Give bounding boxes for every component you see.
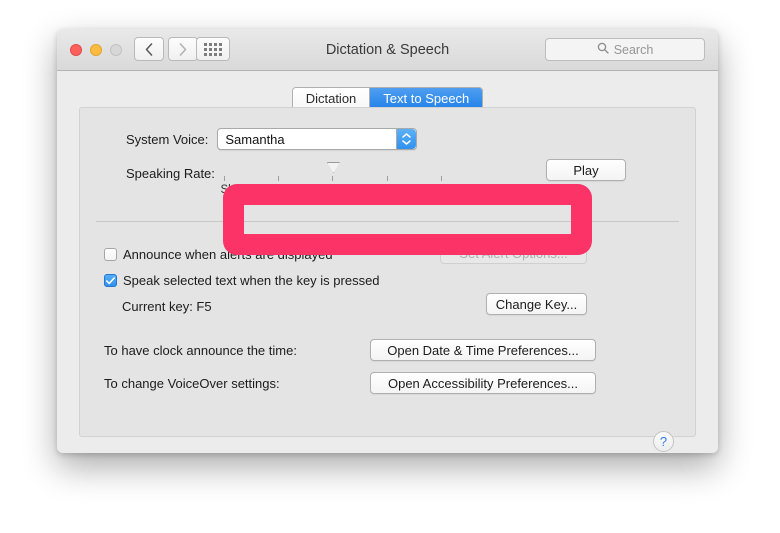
voiceover-settings-label: To change VoiceOver settings: [104,375,280,391]
speak-selected-text-label: Speak selected text when the key is pres… [123,273,380,288]
settings-panel: System Voice: Samantha Speaking Rate: Sl… [79,107,696,437]
search-icon [597,41,609,59]
checkmark-icon [106,272,115,290]
preferences-window: Dictation & Speech Search Dictation Text… [57,29,718,453]
clock-announce-row: To have clock announce the time: Open Da… [104,339,679,361]
voiceover-settings-row: To change VoiceOver settings: Open Acces… [104,372,679,394]
slider-ticks [223,176,442,181]
search-input[interactable]: Search [545,38,705,61]
play-button[interactable]: Play [546,159,626,181]
system-voice-select[interactable]: Samantha [217,128,418,150]
window-body: Dictation Text to Speech System Voice: S… [57,71,718,453]
window-titlebar: Dictation & Speech Search [57,29,718,71]
stepper-up-down-icon[interactable] [396,129,417,149]
speak-selected-text-row[interactable]: Speak selected text when the key is pres… [104,273,380,288]
speaking-rate-label: Speaking Rate: [126,166,215,181]
help-question-icon[interactable]: ? [653,431,674,452]
announce-alerts-checkbox[interactable] [104,248,117,261]
open-accessibility-preferences-button[interactable]: Open Accessibility Preferences... [370,372,596,394]
current-key-value: Current key: F5 [122,299,212,314]
clock-announce-label: To have clock announce the time: [104,342,297,358]
slider-thumb[interactable] [326,162,340,173]
system-voice-label: System Voice: [126,131,209,147]
annotation-highlight-box [223,184,592,255]
speak-selected-text-checkbox[interactable] [104,274,117,287]
open-date-time-preferences-button[interactable]: Open Date & Time Preferences... [370,339,596,361]
change-key-button[interactable]: Change Key... [486,293,587,315]
search-placeholder: Search [613,42,654,57]
system-voice-value: Samantha [225,131,285,147]
system-voice-row: System Voice: Samantha [126,128,418,150]
